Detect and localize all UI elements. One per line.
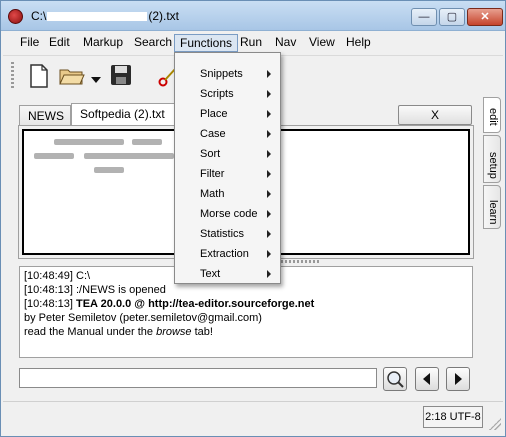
title-suffix: (2).txt <box>148 9 180 23</box>
blurred-text <box>94 167 124 173</box>
title-bar[interactable]: C:\ (2).txt — ▢ ✕ <box>1 1 505 31</box>
side-tab-setup[interactable]: setup <box>483 135 501 183</box>
close-window-button[interactable]: ✕ <box>467 8 503 26</box>
save-disk-icon[interactable] <box>110 64 132 89</box>
menu-item-case[interactable]: Case <box>176 124 279 144</box>
minimize-button[interactable]: — <box>411 8 437 26</box>
menu-item-math[interactable]: Math <box>176 184 279 204</box>
toolbar-grip-icon[interactable] <box>11 62 14 90</box>
menu-item-text[interactable]: Text <box>176 264 279 284</box>
log-line: [10:48:13] TEA 20.0.0 @ http://tea-edito… <box>24 298 315 310</box>
app-window: C:\ (2).txt — ▢ ✕ File Edit Markup Search… <box>0 0 506 437</box>
side-tab-label: edit <box>487 108 499 126</box>
submenu-arrow-icon <box>267 130 271 138</box>
tab-news[interactable]: NEWS <box>19 105 71 127</box>
arrow-right-icon <box>455 373 462 385</box>
menu-item-place[interactable]: Place <box>176 104 279 124</box>
submenu-arrow-icon <box>267 250 271 258</box>
log-line: by Peter Semiletov (peter.semiletov@gmai… <box>24 312 262 324</box>
side-tab-label: setup <box>487 152 499 179</box>
submenu-arrow-icon <box>267 270 271 278</box>
menu-search[interactable]: Search <box>129 34 177 52</box>
menu-run[interactable]: Run <box>235 34 267 52</box>
menu-item-snippets[interactable]: Snippets <box>176 64 279 84</box>
menu-item-sort[interactable]: Sort <box>176 144 279 164</box>
window-title: C:\ (2).txt <box>31 9 179 23</box>
blurred-text <box>84 153 174 159</box>
side-tab-learn[interactable]: learn <box>483 185 501 229</box>
menu-item-extraction[interactable]: Extraction <box>176 244 279 264</box>
blurred-text <box>34 153 74 159</box>
blurred-text <box>132 139 162 145</box>
menu-file[interactable]: File <box>15 34 44 52</box>
log-line: [10:48:13] :/NEWS is opened <box>24 284 166 296</box>
menu-bar: File Edit Markup Search Functions Run Na… <box>3 31 503 53</box>
submenu-arrow-icon <box>267 150 271 158</box>
close-tab-button[interactable]: X <box>398 105 472 125</box>
submenu-arrow-icon <box>267 110 271 118</box>
search-input[interactable] <box>19 368 377 388</box>
app-icon <box>8 9 23 24</box>
functions-menu-dropdown: Snippets Scripts Place Case Sort Filter … <box>174 52 281 284</box>
arrow-left-icon <box>423 373 430 385</box>
magnifier-icon <box>387 371 404 388</box>
title-prefix: C:\ <box>31 9 47 23</box>
find-next-button[interactable] <box>446 367 470 391</box>
maximize-button[interactable]: ▢ <box>439 8 465 26</box>
submenu-arrow-icon <box>267 190 271 198</box>
status-bar: 2:18 UTF-8 <box>3 401 503 435</box>
resize-grip-icon[interactable] <box>489 418 501 430</box>
cursor-position-label: 2:18 UTF-8 <box>423 406 483 428</box>
side-tab-label: learn <box>487 200 499 225</box>
submenu-arrow-icon <box>267 70 271 78</box>
menu-view[interactable]: View <box>304 34 340 52</box>
open-folder-icon[interactable] <box>59 66 85 89</box>
menu-nav[interactable]: Nav <box>270 34 301 52</box>
menu-markup[interactable]: Markup <box>78 34 128 52</box>
menu-help[interactable]: Help <box>341 34 376 52</box>
menu-item-scripts[interactable]: Scripts <box>176 84 279 104</box>
side-tab-edit[interactable]: edit <box>483 97 501 133</box>
submenu-arrow-icon <box>267 90 271 98</box>
redacted-path <box>47 12 148 22</box>
menu-functions[interactable]: Functions <box>174 34 239 52</box>
find-previous-button[interactable] <box>415 367 439 391</box>
menu-item-morse-code[interactable]: Morse code <box>176 204 279 224</box>
splitter-handle[interactable] <box>281 260 321 263</box>
find-button[interactable] <box>383 367 407 391</box>
blurred-text <box>54 139 124 145</box>
menu-item-filter[interactable]: Filter <box>176 164 279 184</box>
open-dropdown-arrow-icon[interactable] <box>91 72 101 86</box>
submenu-arrow-icon <box>267 170 271 178</box>
tab-softpedia[interactable]: Softpedia (2).txt <box>71 103 189 127</box>
new-file-icon[interactable] <box>29 64 49 91</box>
submenu-arrow-icon <box>267 210 271 218</box>
submenu-arrow-icon <box>267 230 271 238</box>
log-line: read the Manual under the browse tab! <box>24 326 213 338</box>
menu-edit[interactable]: Edit <box>44 34 75 52</box>
search-row <box>19 367 475 391</box>
menu-item-statistics[interactable]: Statistics <box>176 224 279 244</box>
